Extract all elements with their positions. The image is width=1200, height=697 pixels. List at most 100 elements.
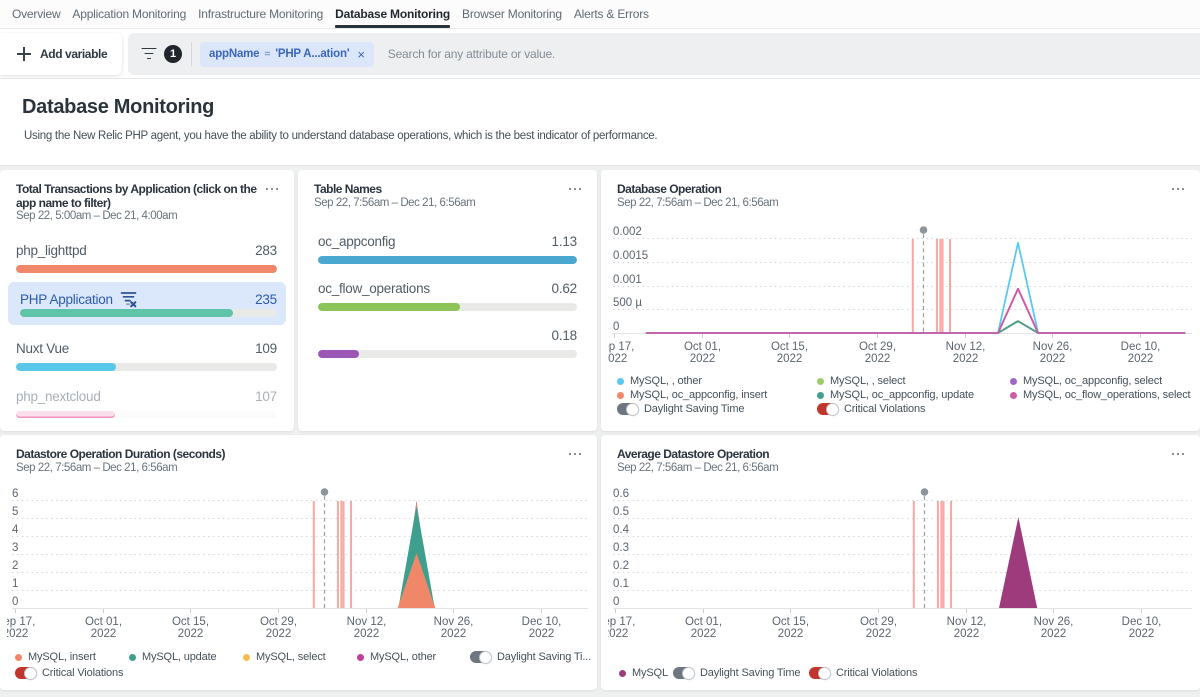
top-nav: Overview Application Monitoring Infrastr… xyxy=(0,0,1200,29)
bar-list-label[interactable]: php_nextcloud xyxy=(16,389,101,404)
svg-text:Nov 26,: Nov 26, xyxy=(1033,341,1073,353)
page-header: Database Monitoring Using the New Relic … xyxy=(0,79,1200,166)
toggle-switch-icon[interactable] xyxy=(15,667,36,679)
page-subtitle: Using the New Relic PHP agent, you have … xyxy=(24,130,657,142)
svg-text:Nov 12,: Nov 12, xyxy=(946,341,986,353)
bar-fill xyxy=(20,309,233,317)
svg-text:0.001: 0.001 xyxy=(613,274,642,286)
bar-track xyxy=(318,350,577,358)
legend-item[interactable]: MySQL, insert xyxy=(15,651,96,663)
panel-time-range: Sep 22, 5:00am – Dec 21, 4:00am xyxy=(16,210,177,222)
bar-fill xyxy=(16,411,115,418)
add-variable-label: Add variable xyxy=(40,47,107,61)
legend-color-dot xyxy=(619,670,626,677)
svg-text:0: 0 xyxy=(613,596,619,608)
panel-time-range: Sep 22, 7:56am – Dec 21, 6:56am xyxy=(314,197,475,209)
legend-item[interactable]: MySQL, oc_appconfig, select xyxy=(1010,375,1162,387)
legend-item[interactable]: MySQL, other xyxy=(357,651,436,663)
bar-list-label[interactable]: php_lighttpd xyxy=(16,243,87,258)
tab-infrastructure-monitoring[interactable]: Infrastructure Monitoring xyxy=(198,0,323,28)
svg-text:2022: 2022 xyxy=(1128,353,1154,365)
toggle-switch-icon[interactable] xyxy=(817,403,838,415)
legend-label: MySQL, other xyxy=(370,651,436,663)
legend-toggle-item[interactable]: Critical Violations xyxy=(809,667,917,679)
filter-remove-icon[interactable] xyxy=(120,291,138,308)
bar-list-label[interactable]: Nuxt Vue xyxy=(16,341,69,356)
svg-text:Oct 29,: Oct 29, xyxy=(859,341,896,353)
filter-pill-close-icon[interactable]: × xyxy=(357,47,364,62)
tab-alerts-errors[interactable]: Alerts & Errors xyxy=(574,0,649,28)
legend-toggle-item[interactable]: Critical Violations xyxy=(15,667,123,679)
filter-pill-appname[interactable]: appName = 'PHP A...ation' × xyxy=(200,42,374,67)
tab-overview[interactable]: Overview xyxy=(12,0,60,28)
average-datastore-chart[interactable]: 00.10.20.30.40.50.6Sep 17,2022Oct 01,202… xyxy=(601,435,1200,690)
legend-item[interactable]: MySQL, oc_appconfig, insert xyxy=(617,389,767,401)
bar-list-label[interactable]: PHP Application xyxy=(20,291,138,308)
legend-color-dot xyxy=(1010,392,1017,399)
legend-color-dot xyxy=(817,378,824,385)
bar-list-value: 107 xyxy=(255,389,277,404)
toggle-switch-icon[interactable] xyxy=(470,651,491,663)
legend-label: Critical Violations xyxy=(42,667,123,679)
legend-color-dot xyxy=(1010,378,1017,385)
legend-label: MySQL, oc_appconfig, insert xyxy=(630,389,767,401)
legend-label: Critical Violations xyxy=(836,667,917,679)
panel-menu-icon[interactable] xyxy=(264,184,280,194)
legend-toggle-item[interactable]: Daylight Saving Ti... xyxy=(470,651,591,663)
svg-text:2022: 2022 xyxy=(602,353,628,365)
panel-title: Table Names xyxy=(314,183,577,197)
legend-item[interactable]: MySQL, , other xyxy=(617,375,702,387)
search-input[interactable]: Search for any attribute or value. xyxy=(388,47,555,61)
svg-text:Oct 15,: Oct 15, xyxy=(772,616,809,628)
legend-toggle-item[interactable]: Daylight Saving Time xyxy=(673,667,800,679)
legend-item[interactable]: MySQL, update xyxy=(129,651,216,663)
tab-browser-monitoring[interactable]: Browser Monitoring xyxy=(462,0,562,28)
bar-list-value: 109 xyxy=(255,341,277,356)
panel-title: Total Transactions by Application (click… xyxy=(16,183,274,210)
panel-datastore-duration: Datastore Operation Duration (seconds) S… xyxy=(0,435,597,690)
svg-text:2022: 2022 xyxy=(778,628,804,640)
toggle-switch-icon[interactable] xyxy=(809,667,830,679)
bar-list-label[interactable]: oc_flow_operations xyxy=(318,281,430,296)
svg-text:Sep 17,: Sep 17, xyxy=(0,616,35,628)
svg-text:2022: 2022 xyxy=(1129,628,1155,640)
panel-total-transactions: Total Transactions by Application (click… xyxy=(0,170,294,431)
legend-item[interactable]: MySQL, oc_appconfig, update xyxy=(817,389,974,401)
toggle-switch-icon[interactable] xyxy=(673,667,694,679)
panel-table-names: Table Names Sep 22, 7:56am – Dec 21, 6:5… xyxy=(298,170,597,431)
legend-item[interactable]: MySQL, select xyxy=(243,651,326,663)
svg-text:Oct 29,: Oct 29, xyxy=(860,616,897,628)
legend-label: MySQL xyxy=(632,667,668,679)
bar-fill xyxy=(318,256,577,264)
legend-color-dot xyxy=(15,654,22,661)
legend-toggle-item[interactable]: Daylight Saving Time xyxy=(617,403,744,415)
tab-application-monitoring[interactable]: Application Monitoring xyxy=(72,0,186,28)
svg-text:0.0015: 0.0015 xyxy=(613,250,648,262)
tab-database-monitoring[interactable]: Database Monitoring xyxy=(335,0,450,28)
legend-item[interactable]: MySQL xyxy=(619,667,668,679)
svg-text:Oct 01,: Oct 01, xyxy=(685,616,722,628)
add-variable-button[interactable]: Add variable xyxy=(0,33,122,75)
bar-fill xyxy=(318,303,460,311)
legend-label: MySQL, update xyxy=(142,651,216,663)
bar-list-label-text[interactable]: PHP Application xyxy=(20,292,113,307)
legend-toggle-item[interactable]: Critical Violations xyxy=(817,403,925,415)
svg-text:2022: 2022 xyxy=(441,628,467,640)
toggle-switch-icon[interactable] xyxy=(617,403,638,415)
svg-text:Nov 12,: Nov 12, xyxy=(947,616,987,628)
bar-list-value: 0.62 xyxy=(552,281,577,296)
panel-database-operation: Database Operation Sep 22, 7:56am – Dec … xyxy=(601,170,1200,431)
panel-menu-icon[interactable] xyxy=(567,184,583,194)
legend-label: Daylight Saving Time xyxy=(700,667,800,679)
legend-label: MySQL, , other xyxy=(630,375,702,387)
svg-text:0.3: 0.3 xyxy=(613,542,629,554)
legend-item[interactable]: MySQL, , select xyxy=(817,375,905,387)
bar-list-label[interactable]: oc_appconfig xyxy=(318,234,395,249)
svg-text:500 µ: 500 µ xyxy=(613,297,642,309)
panel-average-datastore: Average Datastore Operation Sep 22, 7:56… xyxy=(601,435,1200,690)
filter-bar[interactable]: 1 appName = 'PHP A...ation' × Search for… xyxy=(128,33,1200,75)
legend-color-dot xyxy=(617,378,624,385)
legend-item[interactable]: MySQL, oc_flow_operations, select xyxy=(1010,389,1190,401)
legend-color-dot xyxy=(617,392,624,399)
svg-text:2022: 2022 xyxy=(266,628,292,640)
